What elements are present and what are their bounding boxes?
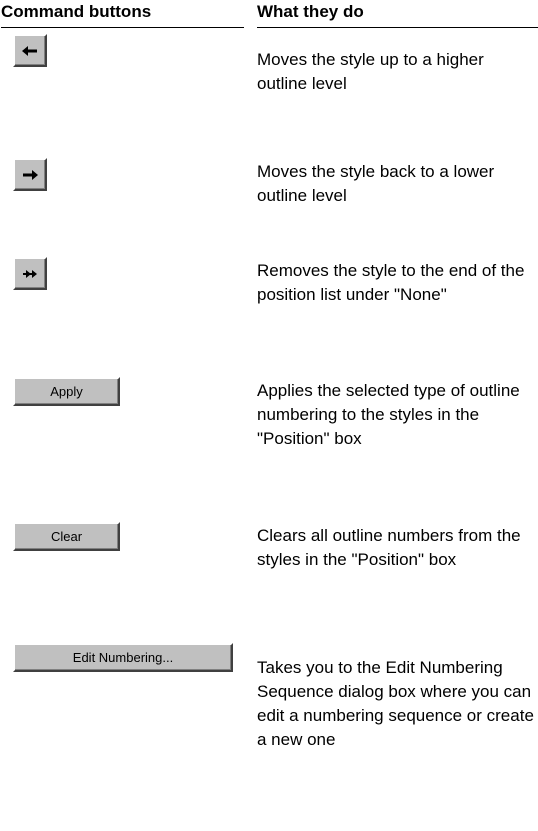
edit-numbering-button[interactable]: Edit Numbering... <box>13 643 233 672</box>
move-down-level-button[interactable] <box>13 158 47 191</box>
row-description: Clears all outline numbers from the styl… <box>257 526 521 569</box>
apply-button-label: Apply <box>50 384 83 399</box>
row-description: Moves the style back to a lower outline … <box>257 162 495 205</box>
move-up-level-button[interactable] <box>13 34 47 67</box>
column-header-command-buttons: Command buttons <box>1 0 244 28</box>
arrow-right-icon <box>23 169 38 180</box>
arrow-left-icon <box>22 45 37 56</box>
clear-button-label: Clear <box>50 529 83 544</box>
row-description: Takes you to the Edit Numbering Sequence… <box>257 658 534 749</box>
row-description: Applies the selected type of outline num… <box>257 381 520 448</box>
clear-button[interactable]: Clear <box>13 522 120 551</box>
remove-to-end-button[interactable] <box>13 257 47 290</box>
apply-button[interactable]: Apply <box>13 377 120 406</box>
row-description: Moves the style up to a higher outline l… <box>257 50 484 93</box>
double-arrow-right-icon <box>23 269 37 278</box>
edit-numbering-button-label: Edit Numbering... <box>72 650 174 665</box>
column-header-what-they-do: What they do <box>257 0 538 28</box>
row-description: Removes the style to the end of the posi… <box>257 261 525 304</box>
